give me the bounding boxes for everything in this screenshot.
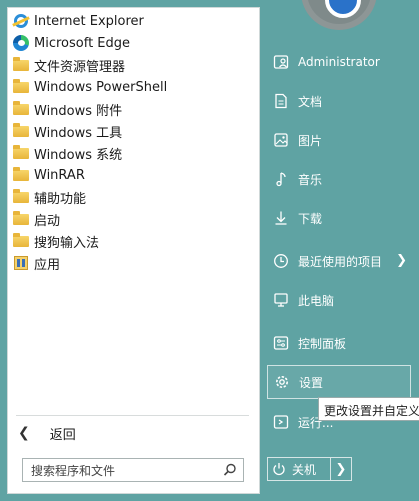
- settings-tooltip: 更改设置并自定义: [318, 397, 419, 421]
- program-item-internet-explorer[interactable]: Internet Explorer: [8, 10, 259, 32]
- gear-icon: [276, 376, 288, 388]
- control-panel-icon: [273, 336, 289, 350]
- program-item-apps[interactable]: 应用: [8, 252, 259, 274]
- program-label: 启动: [34, 213, 61, 229]
- folder-icon: [12, 211, 30, 227]
- place-label: Administrator: [298, 55, 380, 69]
- program-item-winrar[interactable]: WinRAR: [8, 164, 259, 186]
- back-button[interactable]: ❮ 返回: [18, 423, 76, 443]
- program-label: WinRAR: [34, 167, 85, 183]
- shutdown-control: 关机 ❯: [267, 457, 352, 481]
- search-placeholder: 搜索程序和文件: [31, 463, 116, 478]
- folder-icon: [12, 189, 30, 205]
- place-documents[interactable]: 文档: [267, 84, 411, 118]
- place-label: 设置: [299, 375, 324, 390]
- program-item-system[interactable]: Windows 系统: [8, 142, 259, 164]
- place-label: 此电脑: [298, 293, 335, 308]
- internet-explorer-icon: [12, 13, 30, 29]
- program-label: 搜狗输入法: [34, 235, 100, 251]
- back-label: 返回: [49, 427, 76, 443]
- program-label: Windows 系统: [34, 147, 123, 163]
- search-input[interactable]: 搜索程序和文件: [22, 458, 244, 482]
- music-icon: [276, 172, 286, 187]
- program-label: Windows 附件: [34, 103, 123, 119]
- folder-icon: [12, 57, 30, 73]
- place-label: 控制面板: [298, 336, 347, 351]
- program-label: Windows 工具: [34, 125, 123, 141]
- place-control-panel[interactable]: 控制面板: [267, 326, 411, 360]
- place-label: 文档: [298, 94, 323, 109]
- program-item-accessories[interactable]: Windows 附件: [8, 98, 259, 120]
- programs-panel: Internet Explorer Microsoft Edge 文件资源管理器…: [7, 7, 260, 494]
- place-label: 音乐: [298, 172, 323, 187]
- shutdown-button[interactable]: 关机: [268, 458, 331, 480]
- place-settings[interactable]: 设置: [267, 365, 411, 399]
- folder-icon: [12, 145, 30, 161]
- place-label: 图片: [298, 133, 323, 148]
- place-downloads[interactable]: 下载: [267, 201, 411, 235]
- clock-icon: [274, 254, 288, 268]
- program-label: 文件资源管理器: [34, 59, 126, 75]
- place-administrator[interactable]: Administrator: [267, 45, 411, 79]
- user-avatar[interactable]: [307, 0, 371, 24]
- computer-icon: [274, 293, 288, 307]
- chevron-right-icon: ❯: [335, 461, 347, 477]
- folder-icon: [12, 167, 30, 183]
- place-label: 最近使用的项目: [298, 254, 383, 269]
- user-folder-icon: [273, 55, 289, 69]
- program-list: Internet Explorer Microsoft Edge 文件资源管理器…: [8, 10, 259, 274]
- shutdown-label: 关机: [292, 462, 317, 477]
- divider: [16, 415, 249, 416]
- chevron-left-icon: ❮: [18, 425, 30, 441]
- program-item-powershell[interactable]: Windows PowerShell: [8, 76, 259, 98]
- program-label: Windows PowerShell: [34, 79, 168, 95]
- program-item-startup[interactable]: 启动: [8, 208, 259, 230]
- place-pictures[interactable]: 图片: [267, 123, 411, 157]
- picture-icon: [274, 133, 288, 147]
- place-label: 下载: [298, 211, 323, 226]
- folder-icon: [12, 79, 30, 95]
- program-item-accessibility[interactable]: 辅助功能: [8, 186, 259, 208]
- shutdown-options-button[interactable]: ❯: [331, 458, 351, 480]
- run-icon: [273, 415, 289, 429]
- program-item-microsoft-edge[interactable]: Microsoft Edge: [8, 32, 259, 54]
- program-label: 应用: [34, 257, 61, 273]
- program-item-sogou[interactable]: 搜狗输入法: [8, 230, 259, 252]
- chevron-right-icon: ❯: [396, 253, 407, 268]
- folder-icon: [12, 123, 30, 139]
- app-icon: [12, 255, 30, 271]
- document-icon: [275, 93, 287, 109]
- folder-icon: [12, 101, 30, 117]
- program-item-file-explorer[interactable]: 文件资源管理器: [8, 54, 259, 76]
- search-icon: [223, 463, 236, 476]
- download-icon: [275, 211, 287, 225]
- program-label: Microsoft Edge: [34, 35, 131, 51]
- place-music[interactable]: 音乐: [267, 162, 411, 196]
- edge-icon: [12, 35, 30, 51]
- place-this-pc[interactable]: 此电脑: [267, 283, 411, 317]
- folder-icon: [12, 233, 30, 249]
- power-icon: [273, 463, 285, 476]
- place-recent-items[interactable]: 最近使用的项目 ❯: [267, 244, 411, 278]
- program-item-tools[interactable]: Windows 工具: [8, 120, 259, 142]
- program-label: Internet Explorer: [34, 13, 144, 29]
- program-label: 辅助功能: [34, 191, 87, 207]
